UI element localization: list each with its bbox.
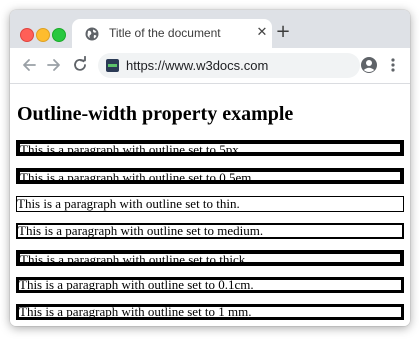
site-favicon-icon [106,59,119,72]
tab-strip: Title of the document ✕ + [10,10,410,48]
url-text[interactable]: https://www.w3docs.com [126,58,268,73]
browser-window: Title of the document ✕ + https://www.w3… [10,10,410,326]
paragraph-outline-thick: This is a paragraph with outline set to … [16,250,404,266]
paragraph-text: This is a paragraph with outline set to … [19,277,254,292]
paragraph-text: This is a paragraph with outline set to … [20,252,249,266]
address-bar[interactable]: https://www.w3docs.com [98,53,360,78]
back-arrow-icon[interactable] [20,56,38,74]
paragraph-outline-5px: This is a paragraph with outline set to … [16,140,404,156]
paragraph-outline-0-1cm: This is a paragraph with outline set to … [16,277,404,293]
paragraph-outline-thin: This is a paragraph with outline set to … [16,196,404,212]
page-heading: Outline-width property example [17,103,294,125]
browser-tab[interactable]: Title of the document ✕ [72,19,272,48]
paragraph-text: This is a paragraph with outline set to … [20,170,255,184]
paragraph-text: This is a paragraph with outline set to … [17,196,240,211]
forward-arrow-icon[interactable] [45,56,63,74]
globe-icon [85,27,99,41]
paragraph-text: This is a paragraph with outline set to … [18,223,264,238]
page-content: Outline-width property example This is a… [10,84,410,326]
tab-title: Title of the document [109,26,221,40]
profile-icon[interactable] [360,56,378,74]
close-icon[interactable]: ✕ [255,26,269,40]
reload-icon[interactable] [71,56,89,74]
paragraph-text: This is a paragraph with outline set to … [20,142,243,156]
paragraph-outline-medium: This is a paragraph with outline set to … [16,223,404,239]
paragraph-outline-0-5em: This is a paragraph with outline set to … [16,168,404,184]
minimize-window-button[interactable] [36,28,50,42]
paragraph-text: This is a paragraph with outline set to … [19,304,252,319]
maximize-window-button[interactable] [52,28,66,42]
paragraph-outline-1mm: This is a paragraph with outline set to … [16,304,404,320]
plus-icon[interactable]: + [274,23,292,41]
kebab-menu-icon[interactable] [386,56,400,74]
browser-toolbar: https://www.w3docs.com [10,48,410,84]
close-window-button[interactable] [20,28,34,42]
